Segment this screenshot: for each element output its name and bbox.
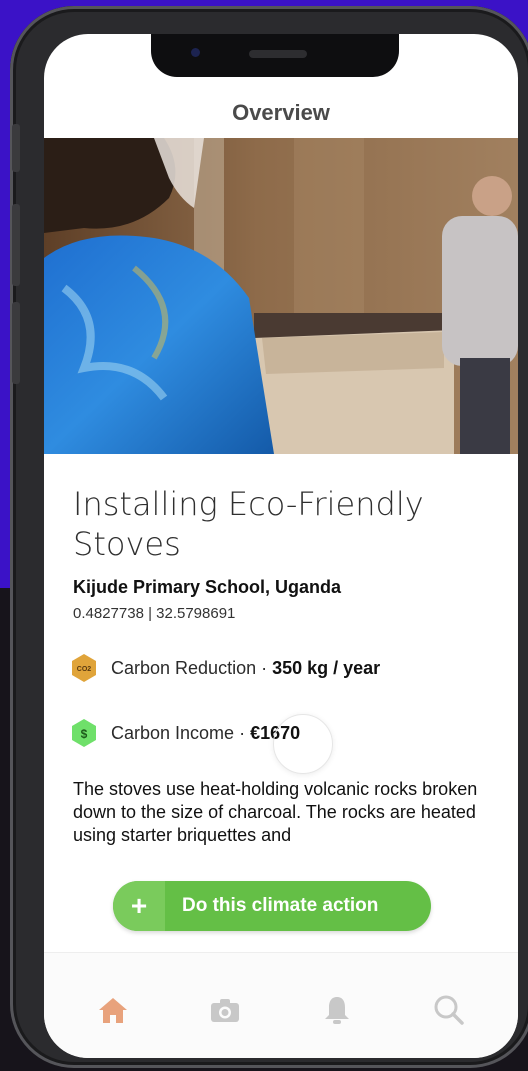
bottom-tab-bar xyxy=(44,952,518,1058)
project-photo-art xyxy=(44,138,518,454)
project-photo xyxy=(44,138,518,454)
co2-badge-text: CO2 xyxy=(77,666,92,673)
speaker-grille xyxy=(249,50,307,58)
project-location: Kijude Primary School, Uganda xyxy=(73,577,342,597)
volume-up-button xyxy=(12,204,20,286)
app-screen: Overview Installing Eco-Friendly Stoves … xyxy=(44,34,518,1058)
touch-indicator xyxy=(273,714,333,774)
notch xyxy=(151,34,399,77)
search-icon[interactable] xyxy=(432,993,466,1027)
bell-icon[interactable] xyxy=(320,993,354,1027)
cta-label: Do this climate action xyxy=(182,895,379,916)
project-title: Installing Eco-Friendly Stoves xyxy=(73,485,424,563)
camera-icon[interactable] xyxy=(208,993,242,1027)
co2-badge-icon: CO2 xyxy=(72,654,96,682)
volume-down-button xyxy=(12,302,20,384)
dollar-badge-text: $ xyxy=(81,727,88,741)
carbon-income-row: $ Carbon Income · €1670 xyxy=(69,718,300,748)
project-coordinates: 0.4827738 | 32.5798691 xyxy=(73,605,236,622)
carbon-income-label: Carbon Income · xyxy=(111,722,246,743)
mute-switch xyxy=(12,124,20,172)
carbon-reduction-label: Carbon Reduction · xyxy=(111,657,268,678)
home-icon[interactable] xyxy=(96,993,130,1027)
do-climate-action-button[interactable]: + Do this climate action xyxy=(113,881,431,931)
project-description: The stoves use heat-holding volcanic roc… xyxy=(73,779,478,845)
front-camera xyxy=(191,48,200,57)
carbon-reduction-value: 350 kg / year xyxy=(272,657,381,678)
plus-icon: + xyxy=(113,881,165,931)
page-title: Overview xyxy=(232,100,330,125)
phone-frame: Overview Installing Eco-Friendly Stoves … xyxy=(10,6,528,1068)
dollar-badge-icon: $ xyxy=(72,719,96,747)
carbon-reduction-row: CO2 Carbon Reduction · 350 kg / year xyxy=(69,653,380,683)
